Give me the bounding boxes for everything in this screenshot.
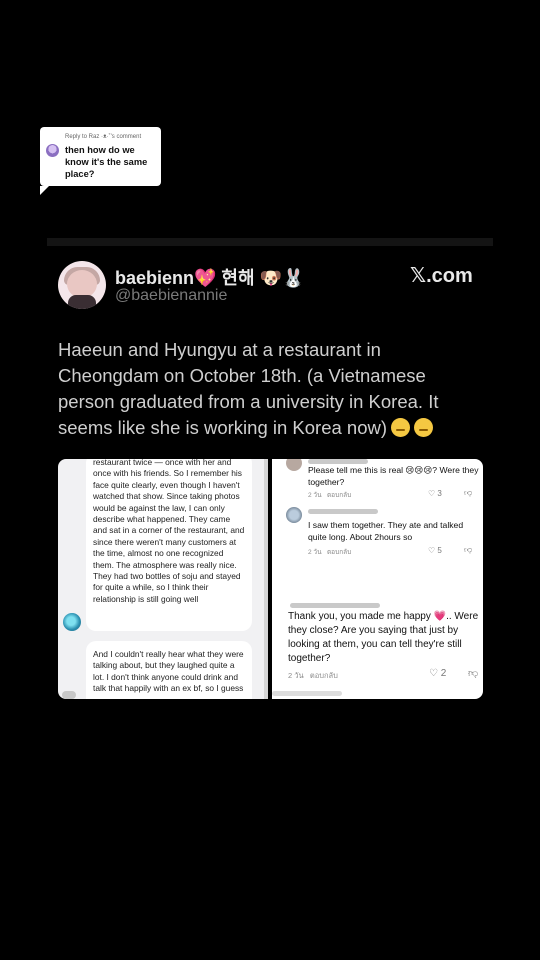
profile-avatar[interactable] xyxy=(58,261,106,309)
reply-link[interactable]: ตอบกลับ xyxy=(310,671,338,680)
comment-meta: 2 วัน ตอบกลับ xyxy=(308,490,351,500)
comment-meta: 2 วัน ตอบกลับ xyxy=(288,670,338,682)
commenter-avatar xyxy=(286,507,302,523)
heart-icon: ♡ xyxy=(428,489,436,498)
reply-header: Reply to Raz ·ᴥ·˚'s comment xyxy=(65,134,142,140)
dislike-icon[interactable]: 👎︎ xyxy=(464,488,472,498)
comment-time: 2 วัน xyxy=(308,492,322,499)
like-count: 5 xyxy=(437,546,442,555)
user-handle[interactable]: @baebienannie xyxy=(115,287,227,305)
tweet-text: Haeeun and Hyungyu at a restaurant in Ch… xyxy=(58,337,478,441)
smirk-emoji-icon xyxy=(414,418,434,437)
comment-time: 2 วัน xyxy=(288,671,304,680)
dislike-icon[interactable]: 👎︎ xyxy=(464,545,472,555)
like-count: 3 xyxy=(437,489,442,498)
like-button[interactable]: ♡ 2 xyxy=(429,668,446,679)
x-com-brand: 𝕏.com xyxy=(410,265,473,287)
reply-comment-text: then how do we know it's the same place? xyxy=(65,145,148,179)
like-button[interactable]: ♡ 3 xyxy=(428,489,442,498)
pensive-emoji-icon xyxy=(391,418,411,437)
blurred-username xyxy=(290,603,380,608)
like-count: 2 xyxy=(440,668,447,679)
dislike-icon[interactable]: 👎︎ xyxy=(468,667,478,679)
divider-bar xyxy=(47,238,493,246)
comment-bubble: restaurant twice — once with her and onc… xyxy=(86,459,252,631)
heart-icon: ♡ xyxy=(429,668,438,679)
blurred-username xyxy=(308,509,378,514)
screenshot-left: restaurant twice — once with her and onc… xyxy=(58,459,268,699)
reply-to-comment-sticker[interactable]: Reply to Raz ·ᴥ·˚'s comment then how do … xyxy=(40,127,161,195)
like-button[interactable]: ♡ 5 xyxy=(428,546,442,555)
heart-icon: ♡ xyxy=(428,546,436,555)
blurred-username xyxy=(272,691,342,696)
comment-text: I saw them together. They ate and talked… xyxy=(308,520,464,542)
reply-link[interactable]: ตอบกลับ xyxy=(327,492,351,499)
tweet-body: Haeeun and Hyungyu at a restaurant in Ch… xyxy=(58,339,439,438)
commenter-avatar xyxy=(63,613,81,631)
reply-link[interactable]: ตอบกลับ xyxy=(327,549,351,556)
comment-time: 2 วัน xyxy=(308,549,322,556)
comment-text: Thank you, you made me happy 💗.. Were th… xyxy=(288,611,479,664)
screenshot-right: Please tell me this is real 😢😢😢? Were th… xyxy=(272,459,483,699)
scrollbar[interactable] xyxy=(264,459,268,699)
comment-bubble: And I couldn't really hear what they wer… xyxy=(86,641,252,699)
commenter-avatar xyxy=(62,691,76,699)
commenter-avatar xyxy=(46,144,59,157)
comment-text: Please tell me this is real 😢😢😢? Were th… xyxy=(308,465,479,487)
commenter-avatar xyxy=(286,459,302,471)
comment-meta: 2 วัน ตอบกลับ xyxy=(308,547,351,557)
